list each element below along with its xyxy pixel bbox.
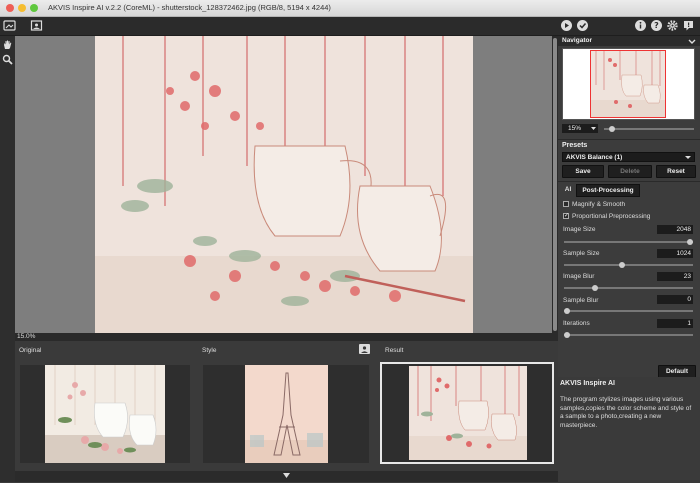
panel-collapse-bar[interactable]: [15, 471, 558, 482]
sample-size-slider[interactable]: [564, 262, 693, 268]
sample-size-knob[interactable]: [619, 262, 626, 268]
style-label: Style: [202, 347, 217, 354]
close-window-button[interactable]: [6, 4, 14, 12]
help-icon[interactable]: ?: [650, 19, 663, 32]
run-icon[interactable]: [560, 19, 573, 32]
sample-size-value[interactable]: 1024: [657, 249, 693, 258]
presets-title: Presets: [562, 142, 588, 149]
zoom-tool-icon[interactable]: [2, 54, 13, 65]
gear-icon[interactable]: [666, 19, 679, 32]
result-panel[interactable]: [380, 362, 554, 464]
sample-blur-value[interactable]: 0: [657, 295, 693, 304]
iterations-value[interactable]: 1: [657, 319, 693, 328]
iterations-slider[interactable]: [564, 332, 693, 338]
open-style-icon[interactable]: [30, 19, 43, 32]
sample-blur-label: Sample Blur: [563, 297, 599, 304]
navigator-header: Navigator: [558, 36, 700, 46]
preset-selected-value: AKVIS Balance (1): [566, 154, 623, 161]
zoom-value: 15%: [568, 125, 582, 132]
window-titlebar: AKVIS Inspire AI v.2.2 (CoreML) - shutte…: [0, 0, 700, 17]
iterations-label: Iterations: [563, 320, 590, 327]
original-label: Original: [19, 347, 42, 354]
sample-blur-knob[interactable]: [564, 308, 570, 314]
divider: [558, 139, 700, 140]
image-blur-knob[interactable]: [592, 285, 599, 291]
navigator-title: Navigator: [562, 37, 592, 44]
zoom-slider[interactable]: [604, 126, 694, 132]
proportional-label: Proportional Preprocessing: [572, 213, 651, 220]
load-style-icon[interactable]: [359, 344, 370, 354]
svg-text:?: ?: [654, 21, 659, 30]
style-panel[interactable]: [203, 365, 369, 463]
preset-select[interactable]: AKVIS Balance (1): [562, 152, 695, 162]
settings-panel: Navigator 15% Presets AKVIS Balance (1): [558, 36, 700, 483]
image-size-knob[interactable]: [687, 239, 693, 245]
preset-dropdown-arrow-icon: [685, 155, 691, 162]
image-size-value[interactable]: 2048: [657, 225, 693, 234]
original-panel[interactable]: [20, 365, 190, 463]
tools-bar: [0, 36, 15, 482]
divider: [558, 181, 700, 182]
magnify-label: Magnify & Smooth: [572, 201, 626, 208]
zoom-window-button[interactable]: [30, 4, 38, 12]
sample-size-label: Sample Size: [563, 250, 600, 257]
zoom-dropdown-arrow-icon: [591, 126, 596, 133]
result-image[interactable]: [95, 36, 473, 333]
news-icon[interactable]: [682, 19, 695, 32]
delete-preset-button[interactable]: Delete: [608, 165, 652, 178]
tab-post-processing[interactable]: Post-Processing: [576, 184, 640, 197]
proportional-checkbox[interactable]: ✓: [563, 213, 569, 219]
apply-icon[interactable]: [576, 19, 589, 32]
source-panels: Original Style Result: [15, 341, 558, 471]
zoom-readout: 15.0%: [17, 333, 36, 340]
sample-blur-slider[interactable]: [564, 308, 693, 314]
magnify-checkbox[interactable]: [563, 201, 569, 207]
result-label: Result: [385, 347, 404, 354]
image-size-label: Image Size: [563, 226, 596, 233]
image-blur-value[interactable]: 23: [657, 272, 693, 281]
main-toolbar: ?: [0, 17, 700, 36]
image-blur-label: Image Blur: [563, 273, 595, 280]
open-image-icon[interactable]: [3, 19, 16, 32]
info-icon[interactable]: [634, 19, 647, 32]
navigator-preview[interactable]: [562, 48, 695, 120]
zoom-slider-knob[interactable]: [609, 126, 616, 132]
hand-tool-icon[interactable]: [2, 39, 13, 50]
help-area: AKVIS Inspire AI The program stylizes im…: [558, 377, 700, 483]
minimize-window-button[interactable]: [18, 4, 26, 12]
window-title: AKVIS Inspire AI v.2.2 (CoreML) - shutte…: [48, 3, 331, 12]
collapse-arrow-icon[interactable]: [283, 473, 290, 481]
help-text: The program stylizes images using variou…: [560, 396, 692, 429]
reset-preset-button[interactable]: Reset: [656, 165, 696, 178]
navigator-collapse-icon[interactable]: [688, 37, 696, 47]
iterations-knob[interactable]: [564, 332, 570, 338]
horizontal-scrollbar[interactable]: 15.0%: [15, 333, 558, 341]
save-preset-button[interactable]: Save: [562, 165, 604, 178]
zoom-dropdown[interactable]: 15%: [562, 124, 598, 133]
help-title: AKVIS Inspire AI: [560, 380, 615, 387]
image-size-slider[interactable]: [564, 239, 693, 245]
tab-ai[interactable]: AI: [562, 185, 574, 195]
image-blur-slider[interactable]: [564, 285, 693, 291]
vertical-scroll-thumb[interactable]: [553, 38, 557, 331]
